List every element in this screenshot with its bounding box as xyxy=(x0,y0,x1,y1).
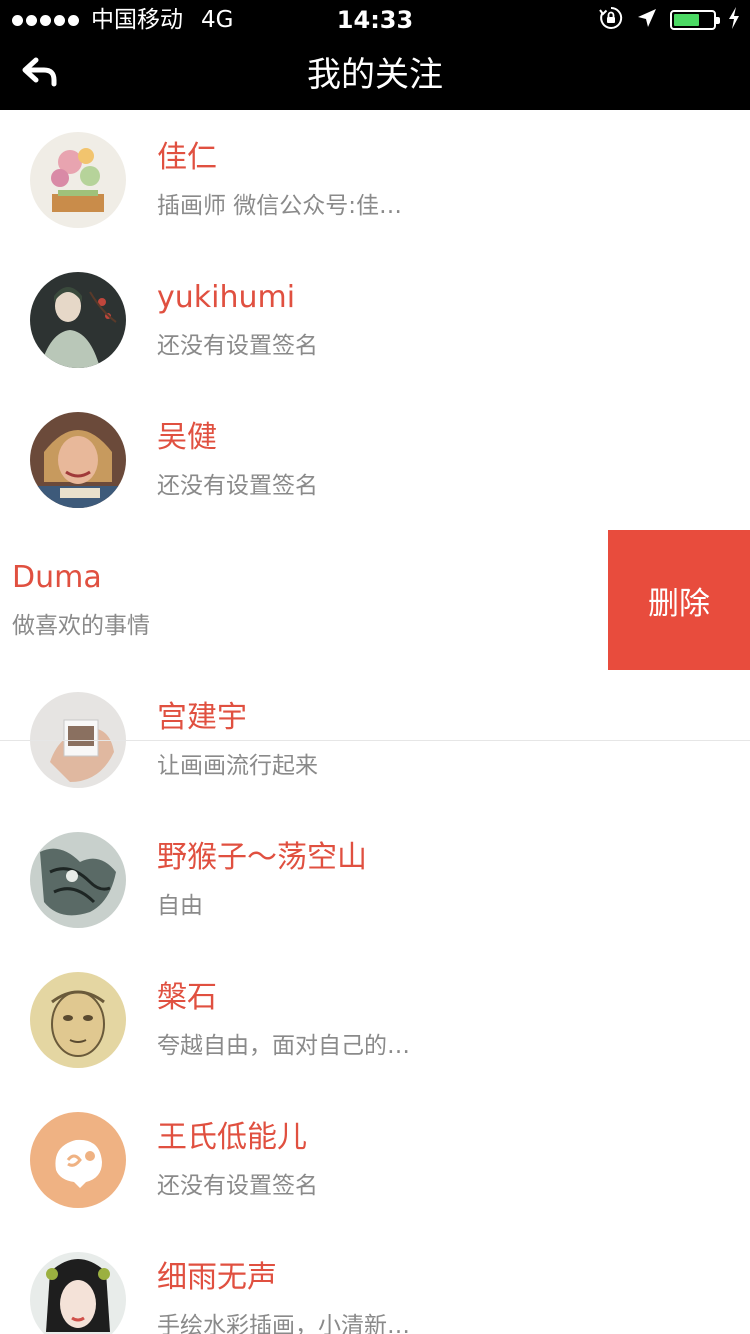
user-name: 佳仁 xyxy=(157,140,217,175)
list-item[interactable]: 王氏低能儿 还没有设置签名 xyxy=(0,1090,750,1230)
user-name: 槃石 xyxy=(157,980,217,1015)
user-signature: 还没有设置签名 xyxy=(157,1173,318,1199)
user-name: 细雨无声 xyxy=(157,1260,277,1295)
user-signature: 夸越自由，面对自己的… xyxy=(157,1033,410,1059)
user-name: yukihumi xyxy=(157,280,296,315)
delete-button[interactable]: 删除 xyxy=(608,530,750,670)
user-signature: 自由 xyxy=(157,893,203,919)
list-item[interactable]: yukihumi 还没有设置签名 xyxy=(0,250,750,390)
user-signature: 做喜欢的事情 xyxy=(12,613,150,639)
list-item[interactable]: 吴健 还没有设置签名 xyxy=(0,390,750,530)
orientation-lock-icon xyxy=(598,5,624,35)
follow-list: 佳仁 插画师 微信公众号:佳… yukihumi 还没有设置签名 吴健 还没有设… xyxy=(0,110,750,1334)
user-name: Duma xyxy=(12,560,102,595)
list-item[interactable]: 槃石 夸越自由，面对自己的… xyxy=(0,950,750,1090)
avatar[interactable] xyxy=(30,972,126,1068)
user-signature: 手绘水彩插画，小清新… xyxy=(157,1313,410,1334)
user-name: 吴健 xyxy=(157,420,217,455)
user-signature: 还没有设置签名 xyxy=(157,473,318,499)
avatar[interactable] xyxy=(30,1252,126,1334)
divider xyxy=(0,740,750,741)
user-name: 王氏低能儿 xyxy=(157,1120,307,1155)
location-arrow-icon xyxy=(636,7,658,33)
nav-bar: 我的关注 xyxy=(0,40,750,110)
avatar[interactable] xyxy=(30,1112,126,1208)
battery-fill xyxy=(674,14,699,26)
status-bar: 中国移动 4G 14:33 xyxy=(0,0,750,40)
user-name: 宫建宇 xyxy=(157,700,247,735)
avatar[interactable] xyxy=(30,832,126,928)
status-bar-right xyxy=(598,6,740,34)
battery-icon xyxy=(670,10,720,30)
user-signature: 还没有设置签名 xyxy=(157,333,318,359)
screen: 中国移动 4G 14:33 我的关注 佳仁 插画师 微信公众号:佳… yukih… xyxy=(0,0,750,1334)
avatar[interactable] xyxy=(30,132,126,228)
list-item-swiped[interactable]: Duma 做喜欢的事情 删除 xyxy=(0,530,750,670)
user-name: 野猴子～荡空山 xyxy=(157,840,367,875)
list-item[interactable]: 佳仁 插画师 微信公众号:佳… xyxy=(0,110,750,250)
list-item[interactable]: 细雨无声 手绘水彩插画，小清新… xyxy=(0,1230,750,1334)
list-item[interactable]: 野猴子～荡空山 自由 xyxy=(0,810,750,950)
user-signature: 插画师 微信公众号:佳… xyxy=(157,193,403,219)
avatar[interactable] xyxy=(30,412,126,508)
user-signature: 让画画流行起来 xyxy=(157,753,318,779)
page-title: 我的关注 xyxy=(307,55,443,95)
avatar[interactable] xyxy=(30,272,126,368)
charging-bolt-icon xyxy=(728,7,740,33)
